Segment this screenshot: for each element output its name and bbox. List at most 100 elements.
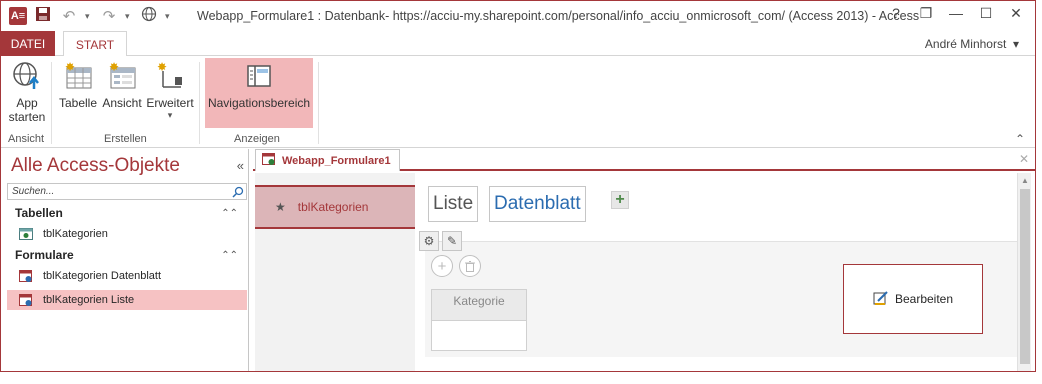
view-new-icon: ✸ [106, 60, 138, 92]
undo-dropdown-icon[interactable]: ▾ [85, 11, 93, 22]
restore-ribbon-button[interactable]: ❐ [911, 5, 941, 22]
close-document-icon[interactable]: ✕ [1019, 152, 1029, 166]
nav-item-label: tblKategorien Liste [43, 294, 135, 306]
chevron-down-icon: ▾ [167, 110, 173, 120]
group-label-erstellen: Erstellen [104, 133, 147, 145]
gear-icon[interactable]: ⚙ [419, 231, 439, 251]
maximize-button[interactable]: ☐ [971, 5, 1001, 22]
webapp-icon [262, 152, 276, 169]
document-tab-bar: Webapp_Formulare1 ✕ [253, 149, 1035, 171]
table-tile-label: tblKategorien [297, 200, 369, 214]
format-painter-icon[interactable]: ✎ [442, 231, 462, 251]
help-button[interactable]: ? [881, 5, 911, 22]
app-starten-label-1: App [16, 96, 38, 110]
record-actions: + [431, 255, 481, 277]
vertical-scrollbar[interactable]: ▲ [1017, 173, 1031, 371]
ribbon: App starten ✸ Tabelle ✸ Ansicht ✸ Erweit… [1, 56, 1035, 148]
star-icon: ★ [275, 200, 286, 214]
chevron-down-icon: ▾ [1009, 37, 1019, 51]
globe-icon[interactable] [139, 6, 159, 26]
save-icon[interactable] [33, 6, 53, 26]
access-window: A≡ ↶ ▾ ↷ ▾ ▾ Webapp_Formulare1 : Datenba… [0, 0, 1036, 372]
group-separator [318, 62, 319, 144]
ribbon-tabs: DATEI START André Minhorst ▾ [1, 31, 1035, 57]
erweitert-label: Erweitert [146, 96, 194, 110]
close-button[interactable]: ✕ [1001, 5, 1031, 22]
document-body: ★ tblKategorien Liste Datenblatt + ⚙ ✎ +… [255, 173, 1031, 371]
chevron-up-icon[interactable]: ⌃⌃ [221, 208, 238, 219]
app-starten-button[interactable]: App starten [7, 60, 47, 124]
window-title: Webapp_Formulare1 : Datenbank- https://a… [197, 9, 920, 23]
edit-button-label: Bearbeiten [894, 292, 954, 306]
kategorie-input[interactable] [432, 320, 526, 350]
navigationsbereich-button[interactable]: Navigationsbereich [205, 58, 313, 128]
tab-datei[interactable]: DATEI [1, 31, 55, 56]
category-tabellen[interactable]: Tabellen [15, 206, 63, 220]
chevron-up-icon[interactable]: ⌃⌃ [221, 250, 238, 261]
document-tab-label: Webapp_Formulare1 [282, 154, 391, 167]
nav-item-label: tblKategorien Datenblatt [43, 270, 162, 282]
form-icon [19, 293, 33, 307]
table-selector: ★ tblKategorien [255, 185, 415, 371]
nav-item-form[interactable]: tblKategorien Datenblatt [7, 266, 247, 286]
document-tab[interactable]: Webapp_Formulare1 [255, 149, 400, 171]
advanced-icon: ✸ [154, 60, 186, 92]
navigationsbereich-label: Navigationsbereich [207, 96, 311, 110]
nav-pane-title[interactable]: Alle Access-Objekte [11, 155, 180, 177]
tabelle-button[interactable]: ✸ Tabelle [58, 60, 98, 110]
title-bar: A≡ ↶ ▾ ↷ ▾ ▾ Webapp_Formulare1 : Datenba… [1, 1, 1035, 31]
redo-icon[interactable]: ↷ [99, 7, 119, 25]
scroll-thumb[interactable] [1020, 189, 1030, 364]
kategorie-label: Kategorie [453, 294, 505, 308]
redo-dropdown-icon[interactable]: ▾ [125, 11, 133, 22]
svg-text:✸: ✸ [157, 61, 167, 74]
group-label-anzeigen: Anzeigen [234, 133, 280, 145]
globe-arrow-icon [11, 60, 43, 92]
navigation-pane: Alle Access-Objekte « Suchen... Tabellen… [5, 149, 249, 371]
group-separator [199, 62, 200, 144]
app-starten-label-2: starten [8, 110, 46, 124]
nav-item-form-selected[interactable]: tblKategorien Liste [7, 290, 247, 310]
minimize-button[interactable]: — [941, 5, 971, 22]
svg-text:✸: ✸ [109, 61, 119, 74]
customize-qat-icon[interactable]: ▾ [165, 11, 173, 22]
nav-item-table[interactable]: tblKategorien [7, 224, 247, 244]
group-label-ansicht: Ansicht [8, 133, 45, 145]
edit-button[interactable]: Bearbeiten [843, 264, 983, 334]
add-record-icon[interactable]: + [431, 255, 453, 277]
window-controls: ? ❐ — ☐ ✕ [881, 5, 1031, 22]
tabelle-label: Tabelle [58, 96, 98, 110]
group-separator [51, 62, 52, 144]
scroll-up-icon[interactable]: ▲ [1021, 176, 1029, 185]
form-icon [19, 269, 33, 283]
table-icon [19, 227, 33, 241]
collapse-ribbon-icon[interactable]: ⌃ [1015, 132, 1025, 146]
quick-access-toolbar: A≡ ↶ ▾ ↷ ▾ ▾ [9, 6, 173, 26]
table-new-icon: ✸ [62, 60, 94, 92]
view-tile-datenblatt[interactable]: Datenblatt [489, 186, 586, 222]
view-canvas: Liste Datenblatt + ⚙ ✎ + Kategorie Bearb… [415, 173, 1017, 371]
ansicht-button[interactable]: ✸ Ansicht [101, 60, 143, 110]
delete-record-icon[interactable] [459, 255, 481, 277]
navigationsbereich-content: Navigationsbereich [205, 60, 313, 110]
ansicht-label: Ansicht [102, 96, 142, 110]
add-view-icon[interactable]: + [611, 191, 629, 209]
kategorie-field[interactable]: Kategorie [431, 289, 527, 351]
nav-pane-icon [243, 60, 275, 92]
tab-start[interactable]: START [63, 31, 127, 57]
undo-icon[interactable]: ↶ [59, 7, 79, 25]
search-input[interactable]: Suchen... [7, 183, 247, 200]
collapse-nav-icon[interactable]: « [237, 158, 244, 173]
view-tools: ⚙ ✎ [419, 231, 462, 251]
search-icon[interactable] [230, 184, 246, 199]
search-placeholder: Suchen... [12, 186, 55, 197]
table-tile-selected[interactable]: ★ tblKategorien [255, 185, 415, 229]
user-account[interactable]: André Minhorst ▾ [925, 37, 1019, 51]
edit-icon [873, 290, 889, 309]
erweitert-button[interactable]: ✸ Erweitert ▾ [146, 60, 194, 121]
svg-text:✸: ✸ [65, 61, 75, 74]
view-tile-liste[interactable]: Liste [428, 186, 479, 222]
category-formulare[interactable]: Formulare [15, 248, 74, 262]
access-app-icon[interactable]: A≡ [9, 7, 27, 25]
nav-item-label: tblKategorien [43, 228, 108, 240]
